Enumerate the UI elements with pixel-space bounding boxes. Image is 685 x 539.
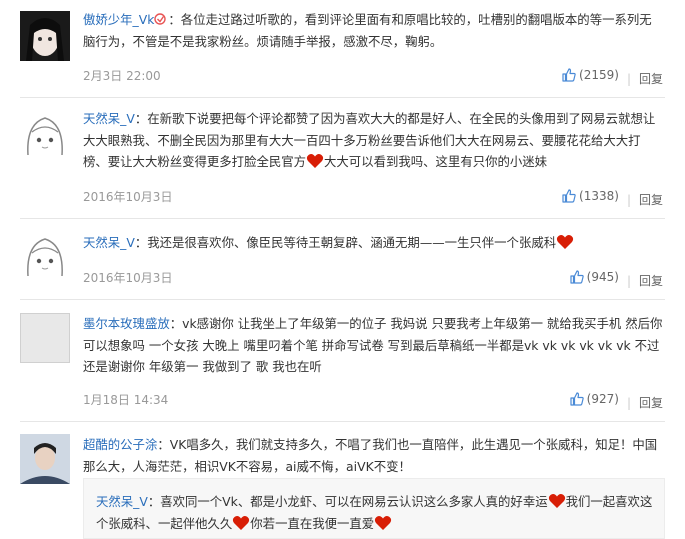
- like-button[interactable]: (2159): [561, 67, 619, 83]
- comment-meta: 2016年10月3日 (1338) | 回复: [83, 188, 663, 208]
- like-count: (945): [586, 270, 619, 284]
- nested-reply: 天然呆_V：喜欢同一个Vk、都是小龙虾、可以在网易云认识这么多家人真的好幸运 我们…: [83, 478, 665, 539]
- reply-button[interactable]: 回复: [639, 193, 663, 207]
- comment-text: 天然呆_V：我还是很喜欢你、像臣民等待王朝复辟、涵通无期——一生只伴一个张威科: [83, 232, 663, 254]
- comment-username[interactable]: 天然呆_V: [83, 235, 135, 250]
- thumbs-up-icon: [570, 270, 584, 284]
- heart-icon: [548, 494, 565, 508]
- comment-username[interactable]: 墨尔本玫瑰盛放: [83, 316, 170, 331]
- comment-time: 2月3日 22:00: [83, 69, 161, 83]
- comment-actions: (945) | 回复: [569, 269, 663, 289]
- heart-icon: [306, 154, 324, 168]
- comment-time: 2016年10月3日: [83, 190, 173, 204]
- avatar[interactable]: [20, 110, 70, 160]
- divider: [20, 299, 665, 300]
- reply-button[interactable]: 回复: [639, 396, 663, 410]
- action-divider: |: [626, 193, 631, 207]
- reply-button[interactable]: 回复: [639, 72, 663, 86]
- avatar[interactable]: [20, 11, 70, 61]
- heart-icon: [556, 235, 574, 249]
- comment-meta: 2月3日 22:00 (2159) | 回复: [83, 67, 663, 87]
- avatar[interactable]: [20, 231, 70, 281]
- comment-text: 傲娇少年_Vk ：各位走过路过听歌的，看到评论里面有和原唱比较的，吐槽别的翻唱版本…: [83, 12, 652, 49]
- comment-text: 墨尔本玫瑰盛放：vk感谢你 让我坐上了年级第一的位子 我妈说 只要我考上年级第一…: [83, 316, 663, 374]
- avatar[interactable]: [20, 313, 70, 363]
- comment-text: 天然呆_V：在新歌下说要把每个评论都赞了因为喜欢大大的都是好人、在全民的头像用到…: [83, 111, 656, 169]
- thumbs-up-icon: [562, 189, 576, 203]
- action-divider: |: [626, 396, 631, 410]
- comment-time: 2016年10月3日: [83, 271, 173, 285]
- divider: [20, 421, 665, 422]
- comment-actions: (2159) | 回复: [561, 67, 663, 87]
- like-button[interactable]: (1338): [561, 188, 619, 204]
- heart-icon: [375, 515, 392, 530]
- action-divider: |: [626, 72, 631, 86]
- verified-icon: [154, 12, 168, 27]
- comment-time: 1月18日 14:34: [83, 393, 169, 407]
- avatar[interactable]: [20, 434, 70, 484]
- heart-icon: [233, 515, 250, 530]
- divider: [20, 97, 665, 98]
- nested-reply-text: 天然呆_V：喜欢同一个Vk、都是小龙虾、可以在网易云认识这么多家人真的好幸运 我们…: [96, 494, 653, 531]
- comment-actions: (1338) | 回复: [561, 188, 663, 208]
- comment-meta: 2016年10月3日 (945) | 回复: [83, 269, 663, 289]
- like-button[interactable]: (927): [569, 391, 619, 407]
- comment-actions: (927) | 回复: [569, 391, 663, 411]
- like-count: (2159): [579, 68, 619, 82]
- like-button[interactable]: (945): [569, 269, 619, 285]
- like-count: (927): [586, 392, 619, 406]
- comment-username[interactable]: 天然呆_V: [83, 111, 135, 126]
- reply-button[interactable]: 回复: [639, 274, 663, 288]
- comment-meta: 1月18日 14:34 (927) | 回复: [83, 391, 663, 411]
- comment-username[interactable]: 傲娇少年_Vk: [83, 12, 154, 27]
- divider: [20, 218, 665, 219]
- like-count: (1338): [579, 189, 619, 203]
- action-divider: |: [626, 274, 631, 288]
- reply-username[interactable]: 天然呆_V: [96, 494, 148, 509]
- comment-username[interactable]: 超酷的公子涂: [83, 437, 157, 452]
- comment-text: 超酷的公子涂：VK唱多久，我们就支持多久，不唱了我们也一直陪伴，此生遇见一个张威…: [83, 437, 658, 474]
- thumbs-up-icon: [570, 392, 584, 406]
- thumbs-up-icon: [562, 68, 576, 82]
